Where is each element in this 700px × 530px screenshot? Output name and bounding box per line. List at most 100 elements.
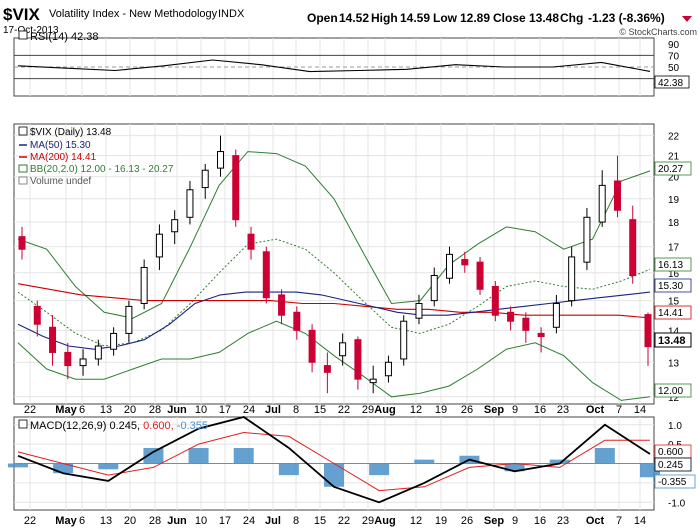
candle-body-41 bbox=[644, 314, 652, 348]
date-axis-middle-label-22: 23 bbox=[557, 404, 569, 416]
candle-body-35 bbox=[552, 302, 560, 328]
candle-body-5 bbox=[94, 345, 102, 360]
candle-body-38 bbox=[598, 184, 606, 223]
close-value: 13.48 bbox=[529, 11, 559, 25]
date-axis-bottom-label-6: Jun bbox=[167, 515, 187, 527]
date-axis-middle-label-20: 9 bbox=[512, 404, 518, 416]
stock-chart: $VIX Volatility Index - New Methodology … bbox=[0, 0, 700, 530]
date-axis-bottom-label-7: 10 bbox=[195, 515, 207, 527]
high-label: High bbox=[371, 11, 398, 25]
price-legend-main: $VIX (Daily) 13.48 bbox=[30, 127, 112, 138]
open-value: 14.52 bbox=[339, 11, 369, 25]
macd-legend-macd: 0.245, bbox=[109, 420, 140, 432]
date-axis-middle-label-0: 22 bbox=[24, 404, 36, 416]
price-tick-3: 19 bbox=[668, 195, 680, 206]
date-axis-bottom-label-11: 8 bbox=[293, 515, 299, 527]
macd-hist-bar-2 bbox=[98, 463, 119, 470]
macd-legend: MACD(12,26,9) 0.245, 0.600, -0.355 bbox=[30, 420, 208, 432]
date-axis-bottom-label-19: Sep bbox=[484, 515, 504, 527]
macd-hist-bar-13 bbox=[594, 448, 615, 464]
ma200-legend: MA(200) 14.41 bbox=[30, 152, 97, 163]
rsi-tick-0: 90 bbox=[668, 40, 680, 51]
date-axis-bottom-label-16: 12 bbox=[410, 515, 422, 527]
date-axis-middle-label-23: Oct bbox=[586, 404, 605, 416]
candle-body-33 bbox=[522, 317, 530, 331]
date-axis-bottom-label-13: 22 bbox=[338, 515, 350, 527]
date-axis-bottom-label-17: 19 bbox=[435, 515, 447, 527]
candle-body-7 bbox=[125, 305, 133, 334]
candle-body-27 bbox=[430, 275, 438, 302]
date-axis-bottom-label-9: 24 bbox=[243, 515, 255, 527]
candle-body-6 bbox=[110, 332, 118, 350]
date-axis-bottom-label-1: May bbox=[55, 515, 77, 527]
date-axis-middle-label-7: 10 bbox=[195, 404, 207, 416]
candle-body-32 bbox=[507, 311, 515, 322]
date-axis-bottom-label-15: Aug bbox=[374, 515, 395, 527]
macd-hist-bar-7 bbox=[324, 463, 344, 487]
watermark: © StockCharts.com bbox=[619, 27, 697, 37]
macd-hist-bar-9 bbox=[414, 459, 435, 464]
exchange-label: INDX bbox=[218, 8, 245, 20]
candle-body-24 bbox=[384, 361, 392, 377]
macd-legend-hist: -0.355 bbox=[177, 420, 208, 432]
date-axis-middle-label-21: 16 bbox=[534, 404, 546, 416]
candle-body-17 bbox=[278, 294, 286, 316]
candle-body-26 bbox=[415, 302, 423, 319]
date-axis-bottom-label-20: 9 bbox=[512, 515, 518, 527]
date-axis-middle-label-14: 29 bbox=[362, 404, 374, 416]
high-value: 14.59 bbox=[400, 11, 430, 25]
date-axis-middle-label-10: Jul bbox=[265, 404, 281, 416]
date-axis-middle-label-24: 7 bbox=[616, 404, 622, 416]
candle-body-12 bbox=[201, 169, 209, 189]
ma50-tag-label: 15.30 bbox=[658, 281, 683, 292]
date-axis-middle-label-4: 20 bbox=[124, 404, 136, 416]
price-tick-9: 13 bbox=[668, 358, 680, 369]
candle-body-9 bbox=[155, 233, 163, 258]
rsi-panel: RSI(14) 42.38 90705030 42.38 bbox=[13, 30, 690, 97]
date-axis-bottom-label-14: 29 bbox=[362, 515, 374, 527]
price-tick-5: 17 bbox=[668, 243, 680, 254]
date-axis-middle-label-15: Aug bbox=[374, 404, 395, 416]
macd-tick-3: -1.0 bbox=[668, 498, 686, 509]
rsi-tick-2: 50 bbox=[668, 63, 680, 74]
date-axis-bottom-label-2: 6 bbox=[79, 515, 85, 527]
date-axis-middle-label-11: 8 bbox=[293, 404, 299, 416]
candle-body-3 bbox=[64, 351, 72, 367]
price-panel: 2221201918171615141312 $VIX (Daily) 13.4… bbox=[13, 123, 692, 405]
date-axis-bottom-label-0: 22 bbox=[24, 515, 36, 527]
volume-legend: Volume undef bbox=[30, 176, 91, 187]
date-axis-bottom-label-22: 23 bbox=[557, 515, 569, 527]
candle-body-22 bbox=[354, 339, 362, 380]
date-axis-middle-label-5: 28 bbox=[149, 404, 161, 416]
candle-body-1 bbox=[33, 305, 41, 325]
date-axis-bottom-label-18: 26 bbox=[461, 515, 473, 527]
date-axis-middle-label-19: Sep bbox=[484, 404, 504, 416]
candle-body-2 bbox=[49, 326, 57, 353]
date-axis-bottom-label-25: 14 bbox=[634, 515, 646, 527]
date-axis-bottom-label-8: 17 bbox=[219, 515, 231, 527]
date-axis-bottom-label-12: 15 bbox=[314, 515, 326, 527]
candle-body-18 bbox=[293, 311, 301, 331]
price-tick-4: 18 bbox=[668, 218, 680, 229]
macd-hist-bar-6 bbox=[278, 463, 299, 476]
ma50-legend: MA(50) 15.30 bbox=[30, 140, 91, 151]
macd-hist-bar-5 bbox=[233, 448, 254, 464]
candle-body-40 bbox=[629, 219, 637, 277]
macd-value-tag-label: 0.245 bbox=[658, 460, 683, 471]
date-axis-middle-label-6: Jun bbox=[167, 404, 187, 416]
date-axis-middle-label-25: 14 bbox=[634, 404, 646, 416]
date-axis-bottom-label-21: 16 bbox=[534, 515, 546, 527]
date-axis-bottom-label-10: Jul bbox=[265, 515, 281, 527]
price-tick-0: 22 bbox=[668, 132, 680, 143]
bb-middle-tag-label: 16.13 bbox=[658, 260, 683, 271]
macd-hist-bar-8 bbox=[369, 463, 390, 476]
bb-upper-tag-label: 20.27 bbox=[658, 164, 683, 175]
candle-body-30 bbox=[476, 261, 484, 290]
rsi-legend: RSI(14) 42.38 bbox=[30, 31, 98, 43]
symbol-label: $VIX bbox=[3, 5, 41, 24]
date-axis-middle-label-8: 17 bbox=[219, 404, 231, 416]
macd-signal-tag-label: 0.600 bbox=[658, 447, 683, 458]
candle-body-34 bbox=[537, 332, 545, 338]
candle-body-0 bbox=[18, 236, 26, 250]
macd-legend-swatch bbox=[18, 419, 28, 429]
